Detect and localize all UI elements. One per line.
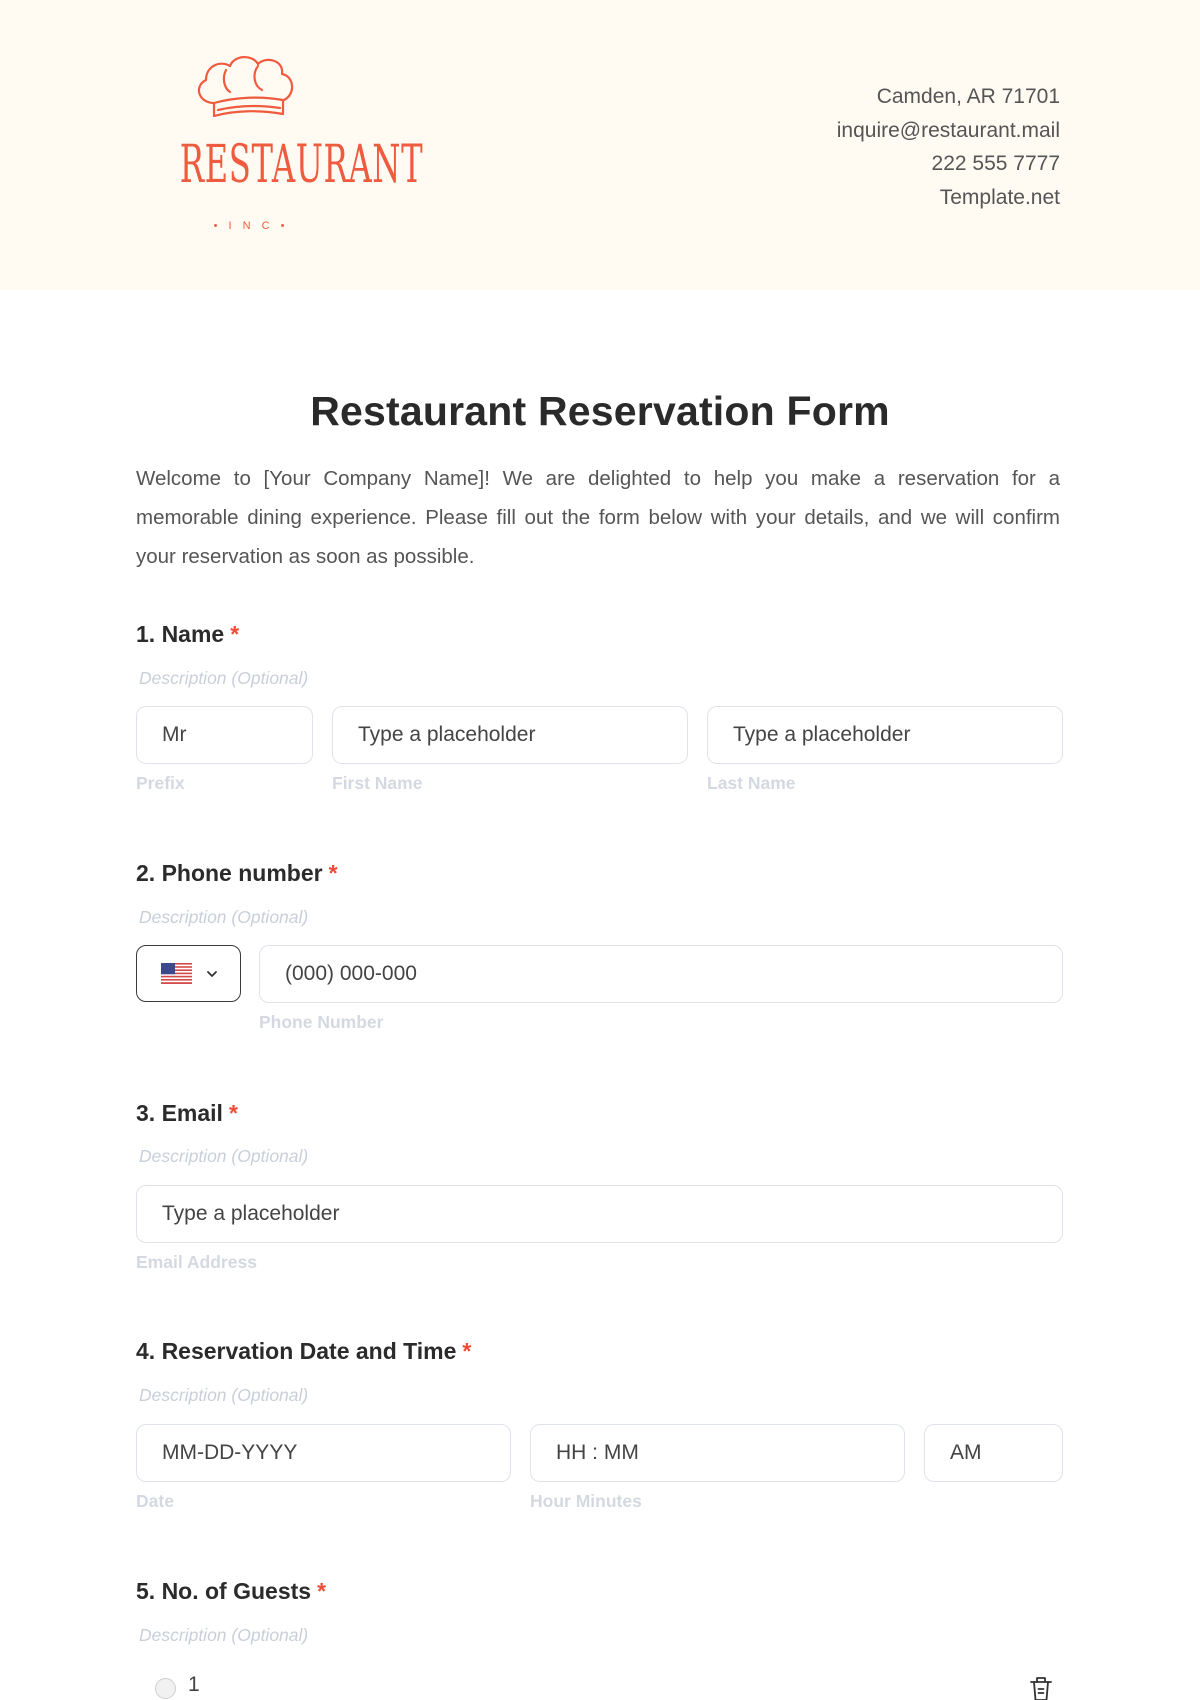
time-sublabel: Hour Minutes — [530, 1491, 642, 1511]
first-name-sublabel: First Name — [332, 773, 423, 793]
question-email-text: 3. Email — [136, 1100, 223, 1126]
question-name-label: 1. Name * — [136, 621, 239, 648]
logo-sub-text: • I N C • — [213, 220, 289, 232]
question-phone-description[interactable]: Description (Optional) — [139, 907, 308, 928]
contact-info: Camden, AR 71701 inquire@restaurant.mail… — [837, 80, 1060, 214]
required-marker: * — [228, 1100, 238, 1126]
trash-icon[interactable] — [1028, 1674, 1054, 1700]
prefix-sublabel: Prefix — [136, 773, 185, 793]
last-name-input[interactable]: Type a placeholder — [707, 706, 1063, 764]
us-flag-icon — [161, 963, 192, 984]
phone-number-input[interactable]: (000) 000-000 — [259, 945, 1063, 1003]
question-phone-label: 2. Phone number * — [136, 860, 338, 887]
question-email-label: 3. Email * — [136, 1100, 238, 1127]
question-name-description[interactable]: Description (Optional) — [139, 668, 308, 689]
logo-brand-text: RESTAURANT — [179, 135, 424, 195]
last-name-sublabel: Last Name — [707, 773, 796, 793]
prefix-field[interactable]: Mr — [136, 706, 313, 764]
question-datetime-description[interactable]: Description (Optional) — [139, 1385, 308, 1406]
required-marker: * — [328, 860, 338, 886]
question-guests-text: 5. No. of Guests — [136, 1578, 312, 1604]
form-title: Restaurant Reservation Form — [310, 388, 890, 434]
email-sublabel: Email Address — [136, 1252, 257, 1272]
question-guests-label: 5. No. of Guests * — [136, 1578, 326, 1605]
guest-option-radio[interactable] — [155, 1678, 176, 1699]
contact-address: Camden, AR 71701 — [876, 85, 1060, 108]
question-email-description[interactable]: Description (Optional) — [139, 1146, 308, 1167]
am-pm-select[interactable]: AM — [924, 1424, 1063, 1482]
restaurant-logo: RESTAURANT • I N C • — [136, 50, 424, 240]
required-marker: * — [462, 1338, 472, 1364]
contact-email[interactable]: inquire@restaurant.mail — [837, 114, 1060, 148]
question-name-text: 1. Name — [136, 621, 225, 647]
question-datetime-text: 4. Reservation Date and Time — [136, 1338, 457, 1364]
time-input[interactable]: HH : MM — [530, 1424, 905, 1482]
question-phone-text: 2. Phone number — [136, 860, 323, 886]
first-name-input[interactable]: Type a placeholder — [332, 706, 688, 764]
question-guests-description[interactable]: Description (Optional) — [139, 1625, 308, 1646]
contact-phone: 222 555 7777 — [931, 152, 1060, 175]
phone-number-sublabel: Phone Number — [259, 1012, 384, 1032]
required-marker: * — [230, 621, 240, 647]
required-marker: * — [317, 1578, 327, 1604]
guest-option-label: 1 — [188, 1673, 200, 1696]
country-code-dropdown[interactable] — [136, 945, 241, 1002]
date-sublabel: Date — [136, 1491, 174, 1511]
header: RESTAURANT • I N C • Camden, AR 71701 in… — [0, 0, 1200, 290]
contact-website[interactable]: Template.net — [837, 181, 1060, 215]
form-intro: Welcome to [Your Company Name]! We are d… — [136, 467, 1060, 568]
chevron-down-icon — [207, 970, 217, 977]
question-datetime-label: 4. Reservation Date and Time * — [136, 1338, 471, 1365]
date-input[interactable]: MM-DD-YYYY — [136, 1424, 511, 1482]
email-input[interactable]: Type a placeholder — [136, 1185, 1063, 1243]
